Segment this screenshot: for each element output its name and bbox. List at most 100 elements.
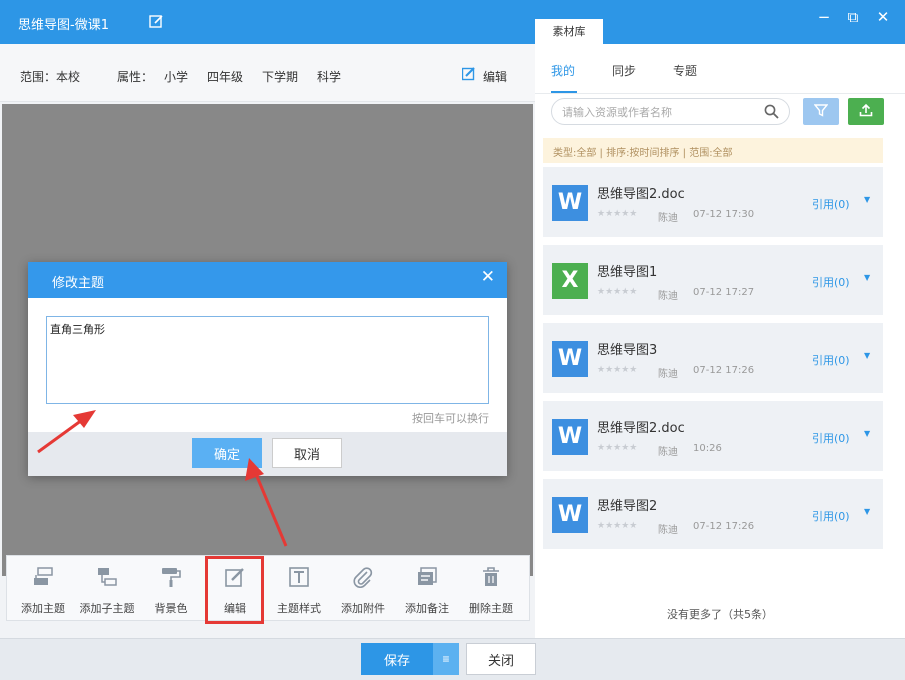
word-file-icon: W: [552, 419, 588, 455]
cancel-button[interactable]: 取消: [272, 438, 342, 468]
list-item[interactable]: W 思维导图2 ★★★★★ 陈迪 07-12 17:26 引用(0) ▼: [543, 479, 883, 549]
add-topic-icon: [34, 567, 53, 585]
file-date: 07-12 17:30: [693, 209, 755, 220]
tool-label: 添加子主题: [79, 602, 135, 615]
filter-summary[interactable]: 类型:全部 | 排序:按时间排序 | 范围:全部: [543, 138, 883, 163]
topic-text-input[interactable]: 直角三角形: [46, 316, 489, 404]
attr-subject: 科学: [317, 70, 342, 84]
tool-label: 添加主题: [21, 602, 65, 615]
library-tab[interactable]: 素材库: [535, 19, 603, 45]
maximize-button[interactable]: ⧉: [843, 8, 863, 26]
search-icon[interactable]: [764, 104, 779, 119]
chevron-down-icon[interactable]: ▼: [864, 273, 870, 282]
filter-icon: [813, 104, 829, 117]
dialog-close-button[interactable]: ✕: [481, 267, 495, 287]
author-name: 陈迪: [658, 291, 678, 302]
excel-file-icon: X: [552, 263, 588, 299]
edit-tool-highlight-box: [205, 556, 264, 624]
file-name[interactable]: 思维导图2.doc: [597, 183, 685, 202]
word-file-icon: W: [552, 497, 588, 533]
close-window-button[interactable]: ✕: [873, 8, 893, 26]
cite-button[interactable]: 引用(0): [812, 430, 850, 446]
delete-topic-button[interactable]: 删除主题: [459, 556, 523, 620]
text-style-icon: [289, 567, 309, 587]
attr-term: 下学期: [262, 70, 299, 84]
search-box: [551, 98, 790, 125]
tool-label: 添加附件: [341, 602, 385, 615]
chevron-down-icon[interactable]: ▼: [864, 507, 870, 516]
trash-icon: [483, 567, 499, 586]
file-date: 07-12 17:26: [693, 365, 755, 376]
background-color-button[interactable]: 背景色: [139, 556, 203, 620]
divider: [535, 93, 905, 94]
topic-toolbar: 添加主题 添加子主题 背景色 编辑 主题样式 添加附件 添加备注 删除主题: [6, 555, 530, 621]
close-button[interactable]: 关闭: [466, 643, 536, 675]
author-name: 陈迪: [658, 525, 678, 536]
cite-button[interactable]: 引用(0): [812, 196, 850, 212]
upload-button[interactable]: [848, 98, 884, 125]
save-options-button[interactable]: ≡: [433, 643, 459, 675]
file-date: 07-12 17:27: [693, 287, 755, 298]
paperclip-icon: [353, 567, 373, 588]
dialog-header: 修改主题 ✕: [28, 262, 507, 298]
minimize-button[interactable]: −: [814, 8, 834, 26]
subtab-topics[interactable]: 专题: [673, 62, 697, 79]
chevron-down-icon[interactable]: ▼: [864, 351, 870, 360]
search-input[interactable]: [562, 103, 752, 121]
add-attachment-button[interactable]: 添加附件: [331, 556, 395, 620]
title-bar: 思维导图-微课1 − ⧉ ✕: [0, 0, 905, 44]
list-item[interactable]: W 思维导图2.doc ★★★★★ 陈迪 10:26 引用(0) ▼: [543, 401, 883, 471]
file-name[interactable]: 思维导图2: [597, 495, 657, 514]
filter-button[interactable]: [803, 98, 839, 125]
rename-icon[interactable]: [149, 14, 164, 29]
file-date: 07-12 17:26: [693, 521, 755, 532]
topic-style-button[interactable]: 主题样式: [267, 556, 331, 620]
dialog-footer: 确定 取消: [28, 432, 507, 476]
subtab-sync[interactable]: 同步: [612, 62, 636, 79]
tool-label: 背景色: [154, 602, 188, 615]
cite-button[interactable]: 引用(0): [812, 352, 850, 368]
tool-label: 删除主题: [469, 602, 513, 615]
author-name: 陈迪: [658, 447, 678, 458]
paint-roller-icon: [162, 568, 181, 587]
cite-button[interactable]: 引用(0): [812, 274, 850, 290]
library-panel: 我的 同步 专题 类型:全部 | 排序:按时间排序 | 范围:全部 W 思维导图2…: [535, 44, 905, 638]
tool-label: 添加备注: [405, 602, 449, 615]
edit-icon: [462, 67, 475, 81]
add-subtopic-icon: [98, 568, 117, 586]
scope-bar: 范围：本校 属性： 小学 四年级 下学期 科学 编辑: [0, 44, 535, 102]
author-name: 陈迪: [658, 369, 678, 380]
confirm-button[interactable]: 确定: [192, 438, 262, 468]
add-note-button[interactable]: 添加备注: [395, 556, 459, 620]
word-file-icon: W: [552, 341, 588, 377]
dialog-title: 修改主题: [52, 276, 105, 291]
attr-grade-level: 小学: [164, 70, 189, 84]
file-name[interactable]: 思维导图3: [597, 339, 657, 358]
rating-stars: ★★★★★: [597, 365, 638, 375]
rating-stars: ★★★★★: [597, 209, 638, 219]
tool-label: 主题样式: [277, 602, 321, 615]
file-name[interactable]: 思维导图2.doc: [597, 417, 685, 436]
add-subtopic-button[interactable]: 添加子主题: [75, 556, 139, 620]
file-name[interactable]: 思维导图1: [597, 261, 657, 280]
newline-hint: 按回车可以换行: [412, 412, 489, 425]
add-topic-button[interactable]: 添加主题: [11, 556, 75, 620]
author-name: 陈迪: [658, 213, 678, 224]
save-button[interactable]: 保存: [361, 643, 433, 675]
bottom-bar: 保存 ≡ 关闭: [0, 638, 905, 680]
attr-label: 属性：: [117, 70, 154, 84]
upload-icon: [859, 103, 873, 117]
cite-button[interactable]: 引用(0): [812, 508, 850, 524]
chevron-down-icon[interactable]: ▼: [864, 195, 870, 204]
subtab-mine[interactable]: 我的: [551, 62, 575, 79]
list-item[interactable]: W 思维导图3 ★★★★★ 陈迪 07-12 17:26 引用(0) ▼: [543, 323, 883, 393]
list-end-text: 没有更多了（共5条）: [667, 608, 773, 621]
chevron-down-icon[interactable]: ▼: [864, 429, 870, 438]
list-item[interactable]: W 思维导图2.doc ★★★★★ 陈迪 07-12 17:30 引用(0) ▼: [543, 167, 883, 237]
scope-edit-label: 编辑: [483, 70, 508, 84]
rating-stars: ★★★★★: [597, 521, 638, 531]
rating-stars: ★★★★★: [597, 287, 638, 297]
list-item[interactable]: X 思维导图1 ★★★★★ 陈迪 07-12 17:27 引用(0) ▼: [543, 245, 883, 315]
rating-stars: ★★★★★: [597, 443, 638, 453]
file-date: 10:26: [693, 443, 722, 454]
